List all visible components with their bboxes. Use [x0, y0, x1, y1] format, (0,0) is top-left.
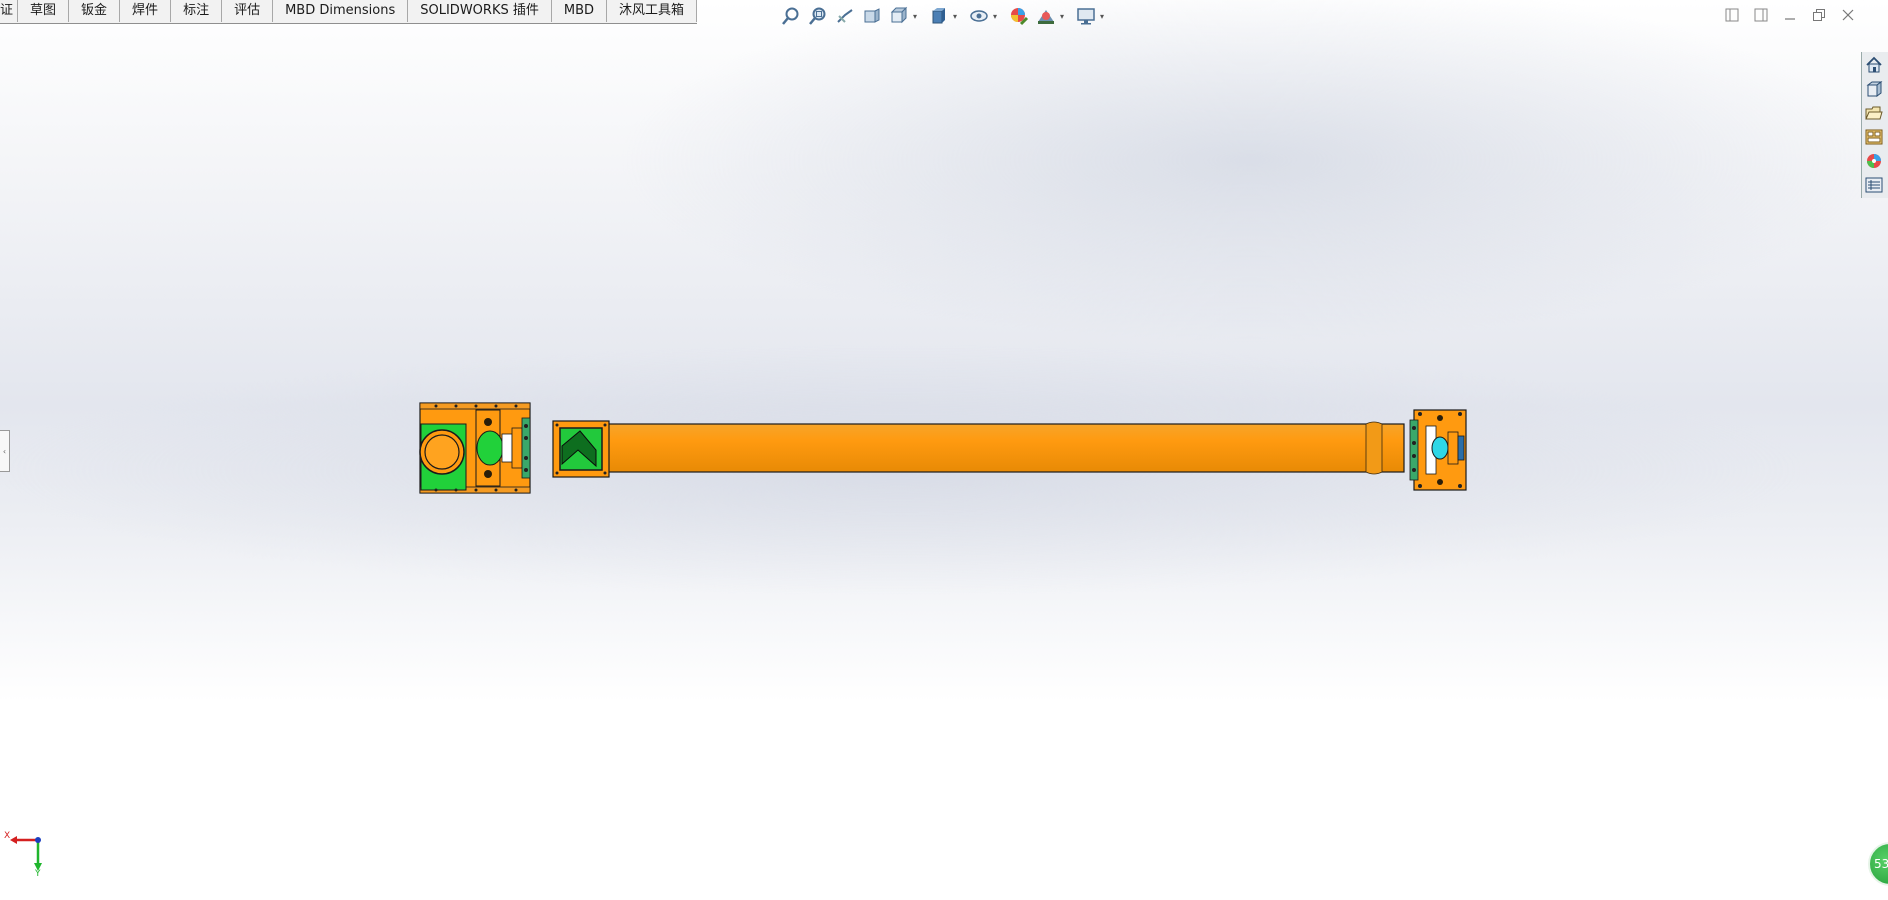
tab-sheet-metal[interactable]: 钣金	[69, 0, 121, 22]
tab-sketch[interactable]: 草图	[18, 0, 70, 22]
previous-view-icon[interactable]	[834, 5, 856, 27]
task-pane	[1861, 52, 1888, 198]
status-badge[interactable]: 53	[1868, 842, 1888, 886]
command-manager-tabs: 证 草图 钣金 焊件 标注 评估 MBD Dimensions SOLIDWOR…	[0, 0, 698, 24]
edit-appearance-icon[interactable]	[1008, 5, 1030, 27]
chevron-down-icon[interactable]: ▾	[1098, 5, 1106, 27]
view-settings-icon[interactable]	[1075, 5, 1097, 27]
reference-triad: X Y	[4, 831, 42, 876]
window-controls	[1722, 6, 1888, 24]
view-palette-icon[interactable]	[1862, 126, 1886, 148]
tab-weldments[interactable]: 焊件	[120, 0, 172, 22]
custom-properties-icon[interactable]	[1862, 174, 1886, 196]
tab-markup[interactable]: 标注	[171, 0, 223, 22]
chevron-down-icon[interactable]: ▾	[991, 5, 999, 27]
file-explorer-icon[interactable]	[1862, 102, 1886, 124]
screw-conveyor-model[interactable]	[416, 398, 1470, 498]
chevron-down-icon[interactable]: ▾	[911, 5, 919, 27]
triad-y-label: Y	[34, 869, 41, 876]
zoom-area-icon[interactable]	[807, 5, 829, 27]
apply-scene-icon[interactable]	[1035, 5, 1057, 27]
tab-mbd-dimensions[interactable]: MBD Dimensions	[273, 0, 409, 22]
section-view-icon[interactable]	[861, 5, 883, 27]
close-icon[interactable]	[1838, 6, 1858, 24]
feature-manager-flyout-handle[interactable]: ‹	[0, 430, 10, 472]
restore-icon[interactable]	[1809, 6, 1829, 24]
tab-evaluate[interactable]: 评估	[222, 0, 274, 22]
chevron-down-icon[interactable]: ▾	[1058, 5, 1066, 27]
tab-solidworks-addins[interactable]: SOLIDWORKS 插件	[408, 0, 552, 22]
tile-right-icon[interactable]	[1751, 6, 1771, 24]
display-style-icon[interactable]	[928, 5, 950, 27]
heads-up-view-toolbar: ▾ ▾ ▾ ▾ ▾	[780, 5, 1110, 27]
appearances-icon[interactable]	[1862, 150, 1886, 172]
tab-partial[interactable]: 证	[0, 0, 19, 22]
zoom-to-fit-icon[interactable]	[780, 5, 802, 27]
tab-mbd[interactable]: MBD	[552, 0, 608, 22]
triad-x-label: X	[4, 831, 10, 841]
chevron-down-icon[interactable]: ▾	[951, 5, 959, 27]
tile-left-icon[interactable]	[1722, 6, 1742, 24]
3d-parts-icon[interactable]	[1862, 78, 1886, 100]
home-icon[interactable]	[1862, 54, 1886, 76]
hide-show-icon[interactable]	[968, 5, 990, 27]
view-orientation-icon[interactable]	[888, 5, 910, 27]
minimize-icon[interactable]	[1780, 6, 1800, 24]
tab-mufeng-toolbox[interactable]: 沐风工具箱	[607, 0, 698, 22]
